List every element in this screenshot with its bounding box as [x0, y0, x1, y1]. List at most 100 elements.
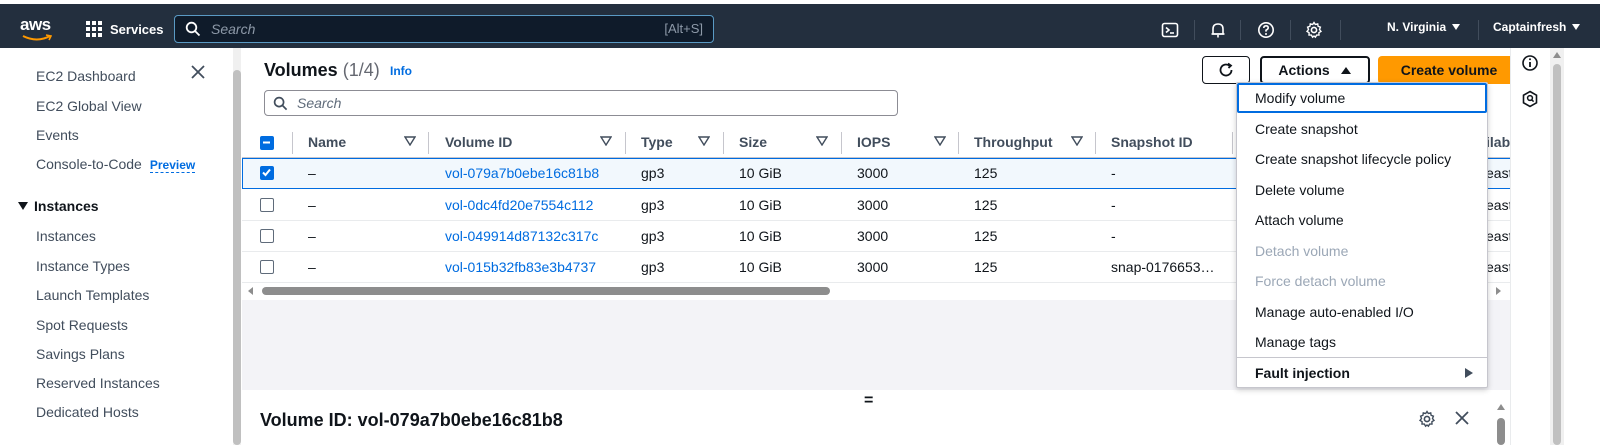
cloudshell-icon[interactable] [1160, 20, 1180, 40]
column-divider [958, 132, 959, 154]
menu-item-create-snapshot[interactable]: Create snapshot [1237, 114, 1487, 144]
sort-icon[interactable] [404, 136, 416, 146]
sidebar-item-console-to-code[interactable]: Console-to-Code Preview [36, 156, 196, 173]
menu-item-delete-volume[interactable]: Delete volume [1237, 175, 1487, 205]
scroll-up-icon[interactable] [1497, 404, 1505, 410]
scroll-up-icon[interactable] [1553, 52, 1561, 58]
column-header-type[interactable]: Type [641, 134, 673, 150]
row-checkbox[interactable] [260, 166, 274, 180]
sidebar-item-label: Dedicated Hosts [36, 404, 139, 420]
scrollbar-thumb[interactable] [262, 287, 830, 295]
settings-icon[interactable] [1304, 20, 1324, 40]
sidebar-item-ec2-dashboard[interactable]: EC2 Dashboard [36, 68, 136, 84]
info-icon[interactable] [1521, 54, 1541, 74]
column-header-throughput[interactable]: Throughput [974, 134, 1053, 150]
caret-right-icon [1465, 368, 1473, 378]
actions-button[interactable]: Actions [1260, 56, 1370, 84]
scrollbar-thumb[interactable] [233, 70, 241, 445]
create-volume-label: Create volume [1400, 62, 1498, 78]
sidebar-item-ec2-global-view[interactable]: EC2 Global View [36, 98, 142, 114]
sidebar-item-events[interactable]: Events [36, 127, 79, 143]
cell-name: – [308, 165, 316, 181]
column-header-name[interactable]: Name [308, 134, 346, 150]
menu-item-fault-injection[interactable]: Fault injection [1237, 358, 1487, 388]
aws-logo-text: aws [20, 15, 51, 34]
preview-tag[interactable]: Preview [149, 158, 196, 173]
column-divider [292, 132, 293, 154]
sidebar-item-dedicated-hosts[interactable]: Dedicated Hosts [36, 404, 139, 420]
top-separator [1240, 20, 1241, 40]
global-search-input[interactable]: Search [Alt+S] [174, 15, 714, 43]
sort-icon[interactable] [816, 136, 828, 146]
gear-icon[interactable] [1418, 410, 1436, 431]
select-all-checkbox[interactable] [260, 136, 274, 150]
sidebar-item-instances[interactable]: Instances [36, 228, 96, 244]
sidebar-item-savings-plans[interactable]: Savings Plans [36, 346, 125, 362]
row-checkbox[interactable] [260, 198, 274, 212]
menu-item-manage-tags[interactable]: Manage tags [1237, 327, 1487, 357]
scrollbar-thumb[interactable] [1553, 64, 1561, 445]
menu-item-label: Create snapshot lifecycle policy [1255, 151, 1452, 167]
caret-down-icon [1452, 24, 1461, 30]
aws-logo[interactable]: aws [20, 15, 54, 43]
help-icon[interactable] [1256, 20, 1276, 40]
cell-volume-id-link[interactable]: vol-0dc4fd20e7554c112 [445, 197, 593, 213]
sort-icon[interactable] [698, 136, 710, 146]
column-header-volume-id[interactable]: Volume ID [445, 134, 512, 150]
sidebar-item-reserved-instances[interactable]: Reserved Instances [36, 375, 160, 391]
region-label: N. Virginia [1387, 20, 1447, 34]
cell-volume-id-link[interactable]: vol-079a7b0ebe16c81b8 [445, 165, 599, 181]
menu-item-create-snapshot-lifecycle-policy[interactable]: Create snapshot lifecycle policy [1237, 144, 1487, 174]
top-separator [1290, 20, 1291, 40]
cell-volume-id-link[interactable]: vol-015b32fb83e3b4737 [445, 259, 596, 275]
create-volume-button[interactable]: Create volume [1378, 56, 1520, 84]
account-label: Captainfresh [1493, 20, 1567, 34]
services-label: Services [110, 21, 164, 37]
cell-name: – [308, 228, 316, 244]
cell-type: gp3 [641, 259, 665, 275]
row-checkbox[interactable] [260, 260, 274, 274]
detail-panel-scrollbar[interactable] [1496, 402, 1506, 445]
menu-item-attach-volume[interactable]: Attach volume [1237, 205, 1487, 235]
row-checkbox[interactable] [260, 229, 274, 243]
top-navigation-bar: aws Services Search [Alt+S] N. Virginia … [0, 0, 1600, 48]
sort-icon[interactable] [1071, 136, 1083, 146]
sidebar-item-spot-requests[interactable]: Spot Requests [36, 317, 128, 333]
sidebar-item-label: Launch Templates [36, 287, 150, 303]
lightbulb-icon[interactable] [1521, 90, 1541, 110]
column-header-snapshot-id[interactable]: Snapshot ID [1111, 134, 1193, 150]
account-menu[interactable]: Captainfresh [1493, 20, 1581, 34]
sidebar-scrollbar[interactable] [233, 48, 241, 445]
sort-icon[interactable] [934, 136, 946, 146]
page-scrollbar[interactable] [1550, 48, 1564, 445]
refresh-button[interactable] [1202, 56, 1250, 84]
cell-availability-zone: east [1486, 259, 1513, 275]
region-selector[interactable]: N. Virginia [1387, 20, 1461, 34]
sidebar-item-instance-types[interactable]: Instance Types [36, 258, 130, 274]
menu-item-modify-volume[interactable]: Modify volume [1237, 83, 1487, 113]
info-link[interactable]: Info [390, 64, 412, 78]
close-icon[interactable] [1454, 410, 1470, 429]
sidebar-item-launch-templates[interactable]: Launch Templates [36, 287, 149, 303]
sidebar-section-instances[interactable]: Instances [18, 198, 99, 214]
scroll-right-icon[interactable] [1496, 287, 1502, 295]
services-button[interactable]: Services [86, 18, 164, 40]
sidebar-item-label: Instance Types [36, 258, 130, 274]
page-title-text: Volumes [264, 60, 338, 80]
scroll-left-icon[interactable] [248, 287, 254, 295]
volumes-search-input[interactable]: Search [264, 90, 898, 116]
split-panel-resize-handle[interactable]: = [864, 392, 873, 410]
column-header-iops[interactable]: IOPS [857, 134, 890, 150]
menu-item-detach-volume: Detach volume [1237, 236, 1487, 266]
column-header-availability-zone[interactable]: ilab [1486, 134, 1510, 150]
column-header-size[interactable]: Size [739, 134, 767, 150]
menu-item-manage-auto-enabled-io[interactable]: Manage auto-enabled I/O [1237, 297, 1487, 327]
sidebar-item-label: Events [36, 127, 79, 143]
close-icon[interactable] [190, 64, 206, 83]
scrollbar-thumb[interactable] [1497, 418, 1505, 445]
menu-item-label: Create snapshot [1255, 121, 1358, 137]
sort-icon[interactable] [600, 136, 612, 146]
cell-volume-id-link[interactable]: vol-049914d87132c317c [445, 228, 598, 244]
menu-item-label: Manage tags [1255, 334, 1336, 350]
notifications-icon[interactable] [1208, 20, 1228, 40]
